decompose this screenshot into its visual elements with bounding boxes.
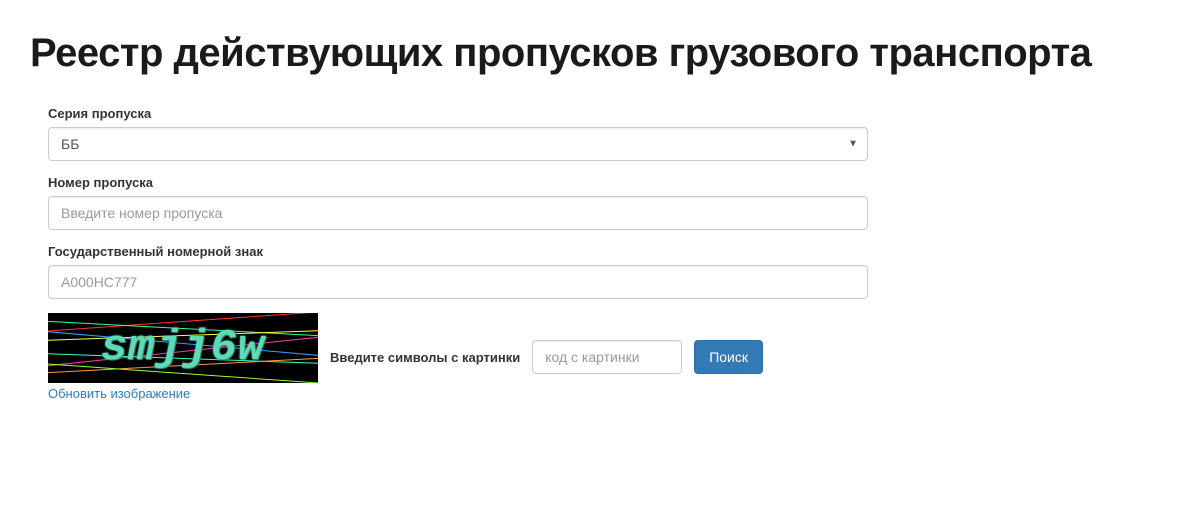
captcha-input[interactable] xyxy=(532,340,682,374)
search-form: Серия пропуска ББ ▼ Номер пропуска Госуд… xyxy=(30,106,1170,401)
captcha-text: smjj6w xyxy=(101,323,265,373)
search-button[interactable]: Поиск xyxy=(694,340,763,374)
captcha-image: smjj6w xyxy=(48,313,318,383)
refresh-captcha-link[interactable]: Обновить изображение xyxy=(48,386,318,401)
captcha-input-label: Введите символы с картинки xyxy=(330,350,520,365)
plate-label: Государственный номерной знак xyxy=(48,244,1170,259)
page-title: Реестр действующих пропусков грузового т… xyxy=(30,30,1170,76)
plate-input[interactable] xyxy=(48,265,868,299)
number-input[interactable] xyxy=(48,196,868,230)
series-label: Серия пропуска xyxy=(48,106,1170,121)
number-label: Номер пропуска xyxy=(48,175,1170,190)
series-select[interactable]: ББ xyxy=(48,127,868,161)
